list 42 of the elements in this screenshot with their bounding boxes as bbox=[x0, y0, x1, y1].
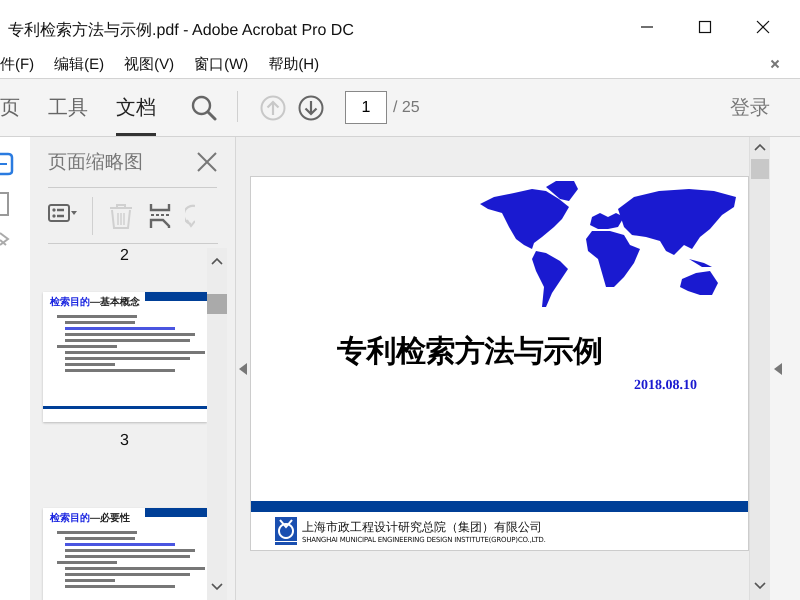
close-icon bbox=[770, 59, 780, 69]
page-thumbnail[interactable]: 检索目的—基本概念 bbox=[43, 292, 207, 422]
left-arrow-icon[interactable] bbox=[774, 362, 782, 374]
close-icon bbox=[197, 152, 217, 172]
thumbnail-title: 检索目的—基本概念 bbox=[50, 296, 140, 309]
close-icon bbox=[756, 20, 770, 34]
close-tab-button[interactable] bbox=[770, 59, 780, 69]
left-arrow-icon[interactable] bbox=[239, 362, 247, 374]
page-label: 3 bbox=[120, 432, 129, 450]
header-bar bbox=[145, 508, 207, 517]
sign-in-link[interactable]: 登录 bbox=[730, 79, 770, 136]
scrollbar[interactable] bbox=[207, 248, 227, 600]
menu-item[interactable]: 视图(V) bbox=[124, 52, 174, 76]
document-title: 专利检索方法与示例 bbox=[337, 333, 604, 371]
maximize-icon bbox=[698, 20, 712, 34]
menu-item[interactable]: 件(F) bbox=[0, 52, 34, 76]
scrollbar[interactable] bbox=[749, 137, 770, 600]
scrollbar-thumb[interactable] bbox=[751, 159, 769, 179]
window-title: 专利检索方法与示例.pdf - Adobe Acrobat Pro DC bbox=[8, 20, 355, 41]
menu-item[interactable]: 帮助(H) bbox=[268, 52, 320, 76]
page-label: 2 bbox=[120, 248, 129, 264]
company-logo-icon bbox=[275, 517, 297, 545]
extract-pages-icon bbox=[149, 202, 171, 230]
toolbar-tab[interactable]: 页 bbox=[0, 79, 20, 136]
rotate-icon bbox=[185, 202, 195, 230]
page-thumbnail[interactable]: 检索目的—必要性 bbox=[43, 508, 207, 600]
panel-title: 页面缩略图 bbox=[48, 151, 144, 175]
company-name: 上海市政工程设计研究总院（集团）有限公司 bbox=[302, 518, 543, 536]
page-count: / 25 bbox=[393, 98, 420, 116]
header-bar bbox=[145, 292, 207, 301]
thumbnail-title: 检索目的—必要性 bbox=[50, 512, 130, 525]
search-icon bbox=[191, 94, 217, 120]
close-panel-button[interactable] bbox=[197, 152, 217, 172]
document-date: 2018.08.10 bbox=[634, 378, 698, 394]
trash-icon bbox=[107, 202, 135, 230]
extract-button[interactable] bbox=[149, 202, 171, 230]
menu-item[interactable]: 窗口(W) bbox=[194, 52, 248, 76]
menu-item[interactable]: 编辑(E) bbox=[54, 52, 104, 76]
page-number-field[interactable]: 1 bbox=[345, 91, 387, 124]
scrollbar-thumb[interactable] bbox=[207, 294, 227, 314]
page-thumbnails-icon[interactable] bbox=[0, 151, 14, 177]
toolbar-tab[interactable]: 工具 bbox=[48, 79, 88, 136]
